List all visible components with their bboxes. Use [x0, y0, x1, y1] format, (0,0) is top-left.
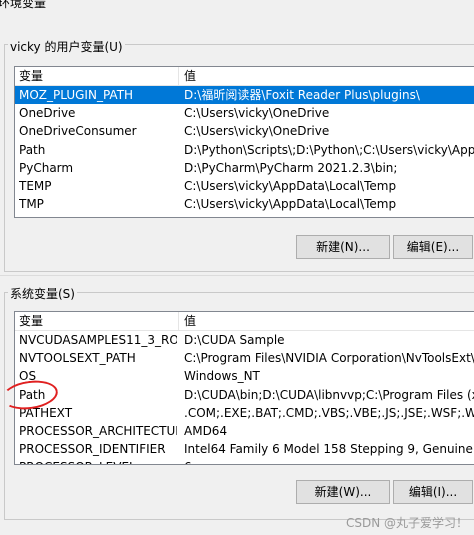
col-header-variable[interactable]: 变量 — [19, 312, 43, 330]
variable-value: C:\Program Files\NVIDIA Corporation\NvTo… — [184, 351, 474, 366]
variable-value: AMD64 — [184, 423, 228, 438]
variable-value: D:\福昕阅读器\Foxit Reader Plus\plugins\ — [184, 88, 420, 102]
variable-value: C:\Users\vicky\AppData\Local\Temp — [184, 197, 397, 212]
col-divider[interactable] — [178, 312, 179, 330]
variable-name: MOZ_PLUGIN_PATH — [19, 88, 134, 102]
user-new-button[interactable]: 新建(N)... — [296, 235, 390, 259]
variable-name: NVTOOLSEXT_PATH — [19, 351, 136, 366]
variable-name: OneDriveConsumer — [19, 124, 137, 139]
variable-value: D:\CUDA Sample — [184, 333, 285, 347]
variable-name: PROCESSOR_ARCHITECTURE — [19, 423, 177, 438]
table-row[interactable]: PROCESSOR_IDENTIFIER Intel64 Family 6 Mod… — [15, 440, 474, 458]
col-header-variable[interactable]: 变量 — [19, 67, 43, 85]
watermark: CSDN @丸子爱学习！ — [345, 516, 468, 530]
variable-value: C:\Users\vicky\AppData\Local\Temp — [184, 178, 397, 193]
variable-value: 6 — [184, 458, 192, 464]
table-row[interactable]: PROCESSOR_LEVEL 6 — [15, 458, 474, 464]
user-vars-header: 变量 值 — [15, 67, 474, 86]
variable-value: Intel64 Family 6 Model 158 Stepping 9, G… — [184, 442, 474, 457]
variable-value: .COM;.EXE;.BAT;.CMD;.VBS;.VBE;.JS;.JSE;.… — [184, 405, 474, 420]
user-edit-button[interactable]: 编辑(E)... — [393, 235, 473, 259]
table-row[interactable]: Path D:\CUDA\bin;D:\CUDA\libnvvp;C:\Progr… — [15, 386, 474, 404]
sys-vars-list[interactable]: 变量 值 NVCUDASAMPLES11_3_RO... D:\CUDA Samp… — [14, 311, 474, 465]
table-row[interactable]: PATHEXT .COM;.EXE;.BAT;.CMD;.VBS;.VBE;.JS… — [15, 404, 474, 422]
variable-value: C:\Users\vicky\OneDrive — [184, 106, 330, 121]
variable-name: TMP — [19, 197, 44, 212]
table-row[interactable]: TEMP C:\Users\vicky\AppData\Local\Temp — [15, 177, 474, 195]
table-row[interactable]: NVTOOLSEXT_PATH C:\Program Files\NVIDIA C… — [15, 349, 474, 367]
variable-name: TEMP — [19, 178, 52, 193]
sys-vars-rows: NVCUDASAMPLES11_3_RO... D:\CUDA Sample NVT… — [15, 331, 474, 464]
variable-value: D:\Python\Scripts\;D:\Python\;C:\Users\v… — [184, 142, 474, 157]
variable-name: NVCUDASAMPLES11_3_RO... — [19, 333, 177, 347]
variable-name: PATHEXT — [19, 405, 73, 420]
table-row[interactable]: MOZ_PLUGIN_PATH D:\福昕阅读器\Foxit Reader Plu… — [15, 86, 474, 105]
table-row[interactable]: PyCharm D:\PyCharm\PyCharm 2021.2.3\bin; — [15, 159, 474, 177]
variable-value: D:\PyCharm\PyCharm 2021.2.3\bin; — [184, 160, 398, 175]
table-row[interactable]: TMP C:\Users\vicky\AppData\Local\Temp — [15, 195, 474, 213]
variable-name: Path — [19, 142, 46, 157]
col-header-value[interactable]: 值 — [184, 67, 196, 85]
table-row[interactable]: OneDrive C:\Users\vicky\OneDrive — [15, 104, 474, 122]
sys-edit-button[interactable]: 编辑(I)... — [393, 480, 473, 504]
window-title: 环境变量 — [0, 0, 47, 10]
variable-name: PROCESSOR_LEVEL — [19, 458, 177, 464]
sys-new-button[interactable]: 新建(W)... — [296, 480, 390, 504]
sys-vars-header: 变量 值 — [15, 312, 474, 331]
variable-name: OneDrive — [19, 106, 76, 121]
variable-value: C:\Users\vicky\OneDrive — [184, 124, 330, 139]
user-vars-list[interactable]: 变量 值 MOZ_PLUGIN_PATH D:\福昕阅读器\Foxit Reade… — [14, 66, 474, 218]
col-header-value[interactable]: 值 — [184, 312, 196, 330]
table-row[interactable]: NVCUDASAMPLES11_3_RO... D:\CUDA Sample — [15, 331, 474, 349]
table-row[interactable]: Path D:\Python\Scripts\;D:\Python\;C:\Use… — [15, 141, 474, 159]
variable-value: Windows_NT — [184, 369, 260, 384]
user-vars-label: vicky 的用户变量(U) — [8, 38, 125, 55]
col-divider[interactable] — [178, 67, 179, 85]
table-row[interactable]: OneDriveConsumer C:\Users\vicky\OneDrive — [15, 122, 474, 140]
section-divider — [0, 275, 474, 276]
table-row[interactable]: PROCESSOR_ARCHITECTURE AMD64 — [15, 422, 474, 440]
sys-vars-label: 系统变量(S) — [8, 285, 77, 302]
variable-name: PyCharm — [19, 160, 74, 175]
variable-value: D:\CUDA\bin;D:\CUDA\libnvvp;C:\Program F… — [184, 387, 474, 402]
user-vars-rows: MOZ_PLUGIN_PATH D:\福昕阅读器\Foxit Reader Plu… — [15, 86, 474, 213]
variable-name: PROCESSOR_IDENTIFIER — [19, 442, 166, 457]
table-row[interactable]: OS Windows_NT — [15, 367, 474, 385]
